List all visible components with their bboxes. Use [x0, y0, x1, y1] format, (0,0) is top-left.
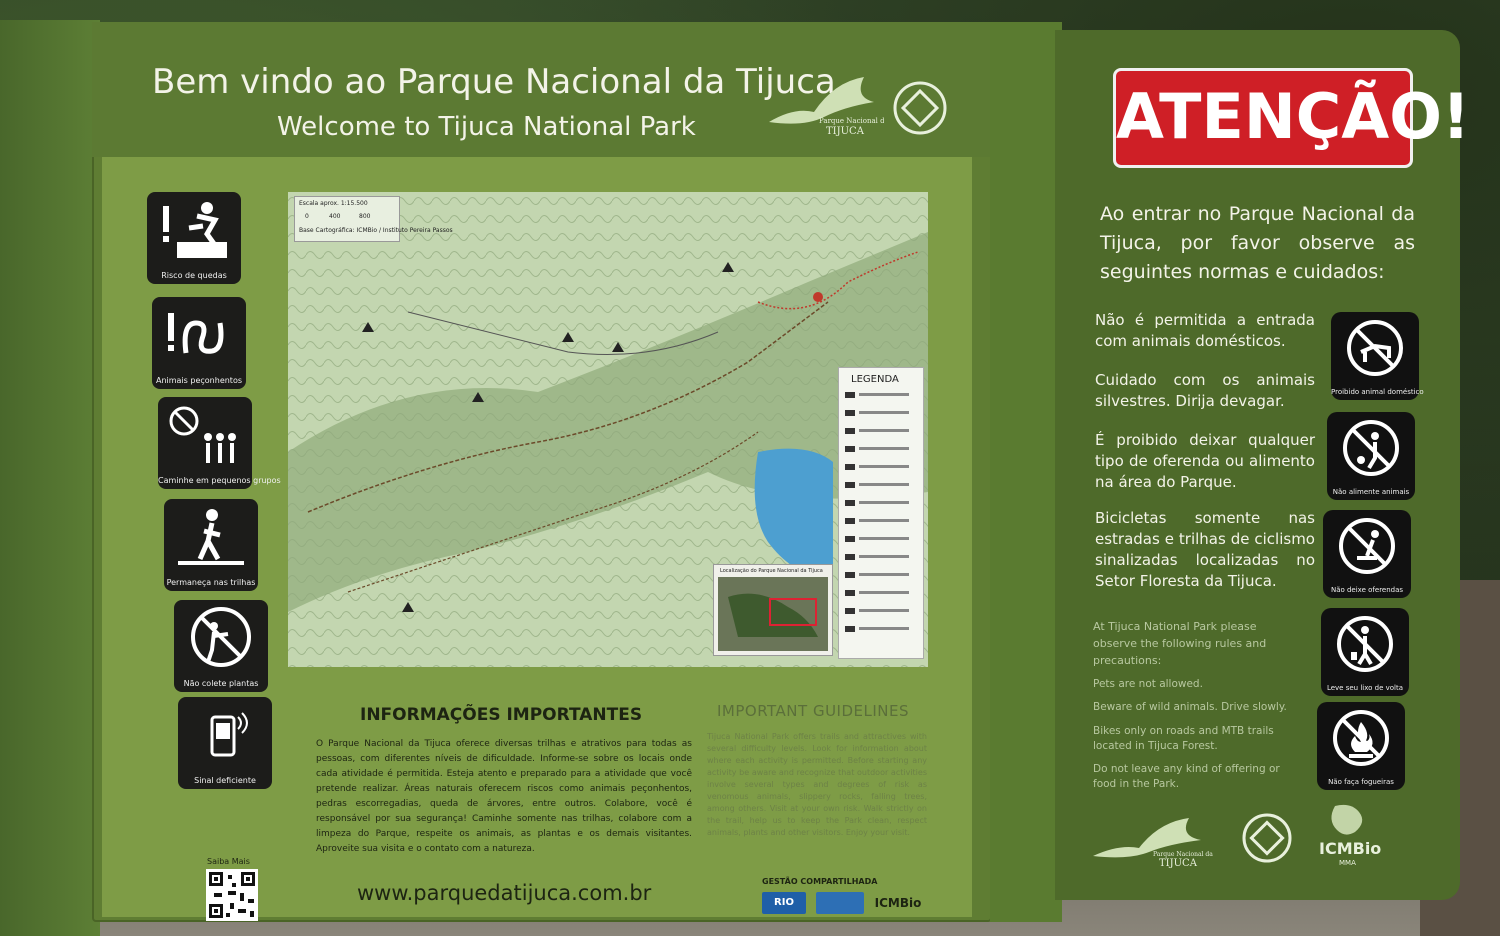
guidelines-body: Tijuca National Park offers trails and a… [707, 732, 927, 837]
english-rule-offerings: Do not leave any kind of offering or foo… [1093, 763, 1280, 790]
icon-caption: Risco de quedas [161, 271, 227, 280]
icmbio-logo-icon: ICMBio MMA [1319, 804, 1381, 867]
venomous-animals-icon: Animais peçonhentos [152, 297, 246, 389]
legend-item [845, 392, 917, 398]
world-heritage-icon [1242, 813, 1292, 863]
rule-no-pets: Não é permitida a entrada com animais do… [1095, 311, 1315, 350]
svg-text:TIJUCA: TIJUCA [1159, 858, 1198, 868]
welcome-title-pt: Bem vindo ao Parque Nacional da Tijuca [152, 62, 836, 102]
scale-base: Base Cartográfica: ICMBio / Instituto Pe… [299, 227, 453, 234]
scale-title: Escala aprox. 1:15.500 [299, 200, 368, 207]
park-website-link[interactable]: www.parquedatijuca.com.br [357, 881, 651, 905]
scale-tick-0: 0 [305, 213, 309, 220]
main-sign-board: Bem vindo ao Parque Nacional da Tijuca W… [92, 22, 992, 922]
no-fires-icon: Não faça fogueiras [1317, 702, 1405, 790]
legend-item [845, 464, 917, 470]
legend-item [845, 536, 917, 542]
legend-item [845, 608, 917, 614]
icon-caption: Proibido animal doméstico [1331, 388, 1424, 396]
icon-caption: Sinal deficiente [194, 776, 256, 785]
english-intro: At Tijuca National Park please observe t… [1093, 620, 1267, 667]
rule-bicycles: Bicicletas somente nas estradas e trilha… [1095, 509, 1315, 590]
legend-title: LEGENDA [851, 374, 899, 385]
svg-text:Parque Nacional da: Parque Nacional da [819, 117, 884, 125]
icon-caption: Não alimente animais [1332, 488, 1410, 496]
guidelines-title: IMPORTANT GUIDELINES [717, 702, 910, 720]
legend-item [845, 428, 917, 434]
rule-wild-animals: Cuidado com os animais silvestres. Dirij… [1095, 371, 1315, 410]
small-groups-icon: Caminhe em pequenos grupos [158, 397, 281, 489]
icon-caption: Caminhe em pequenos grupos [158, 476, 281, 485]
icon-caption: Não colete plantas [183, 679, 259, 688]
stay-on-trails-icon: Permaneça nas trilhas [164, 499, 258, 591]
learn-more-label: Saiba Mais [207, 857, 250, 866]
scale-tick-2: 800 [359, 213, 371, 220]
icon-caption: Não faça fogueiras [1328, 778, 1394, 786]
english-rule-wild-animals: Beware of wild animals. Drive slowly. [1093, 701, 1287, 713]
icon-caption: Permaneça nas trilhas [166, 578, 256, 587]
weak-signal-icon: Sinal deficiente [178, 697, 272, 789]
rio-secondary-logo [816, 892, 864, 914]
map-legend: LEGENDA [838, 367, 924, 659]
inset-satellite-image [718, 577, 828, 651]
legend-item [845, 500, 917, 506]
no-offerings-icon: Não deixe oferendas [1323, 510, 1411, 598]
legend-item [845, 590, 917, 596]
world-heritage-icon [893, 81, 947, 135]
svg-text:MMA: MMA [1339, 859, 1356, 867]
english-rule-bikes: Bikes only on roads and MTB trails locat… [1093, 725, 1274, 752]
map-scale: Escala aprox. 1:15.500 0 400 800 Base Ca… [294, 196, 453, 242]
info-body: O Parque Nacional da Tijuca oferece dive… [316, 739, 692, 854]
legend-item [845, 572, 917, 578]
icmbio-logo: ICMBio [874, 896, 922, 910]
inset-title: Localização do Parque Nacional da Tijuca [720, 568, 823, 574]
location-inset-map: Localização do Parque Nacional da Tijuca [713, 564, 833, 656]
left-sign-post [0, 20, 100, 936]
no-plant-collecting-icon: Não colete plantas [174, 600, 268, 692]
legend-item [845, 482, 917, 488]
legend-item [845, 518, 917, 524]
content-panel: Risco de quedas Animais peçonhentos Cami… [102, 157, 972, 921]
english-rule-pets: Pets are not allowed. [1093, 678, 1203, 690]
welcome-title-en: Welcome to Tijuca National Park [277, 112, 696, 142]
svg-text:Parque Nacional da: Parque Nacional da [1153, 851, 1213, 858]
rio-logo: RIO [762, 892, 806, 914]
shared-management-label: GESTÃO COMPARTILHADA [762, 877, 878, 886]
info-title: INFORMAÇÕES IMPORTANTES [360, 705, 643, 725]
legend-item [845, 626, 917, 632]
scale-tick-1: 400 [329, 213, 341, 220]
fall-risk-icon: Risco de quedas [147, 192, 241, 284]
legend-item [845, 446, 917, 452]
board-frame [990, 22, 1062, 922]
svg-text:ICMBio: ICMBio [1319, 839, 1381, 858]
no-pets-icon: Proibido animal doméstico [1331, 312, 1424, 400]
trail-map: Escala aprox. 1:15.500 0 400 800 Base Ca… [288, 192, 928, 667]
no-feeding-icon: Não alimente animais [1327, 412, 1415, 500]
svg-text:TIJUCA: TIJUCA [826, 126, 865, 137]
icon-caption: Não deixe oferendas [1330, 586, 1404, 594]
take-trash-back-icon: Leve seu lixo de volta [1321, 608, 1409, 696]
icon-caption: Leve seu lixo de volta [1326, 684, 1404, 692]
legend-item [845, 410, 917, 416]
icon-caption: Animais peçonhentos [155, 376, 243, 385]
attention-intro: Ao entrar no Parque Nacional da Tijuca, … [1100, 203, 1415, 283]
legend-item [845, 554, 917, 560]
attention-heading: ATENÇÃO! [1113, 68, 1470, 168]
attention-board: ATENÇÃO! Ao entrar no Parque Nacional da… [1055, 30, 1470, 900]
park-logo-icon: Parque Nacional da TIJUCA [769, 77, 884, 137]
sign-header: Bem vindo ao Parque Nacional da Tijuca W… [92, 22, 992, 157]
park-logo-icon: Parque Nacional da TIJUCA [1093, 818, 1213, 868]
qr-code-icon [206, 869, 258, 921]
rule-no-offerings: É proibido deixar qualquer tipo de ofere… [1095, 431, 1315, 491]
